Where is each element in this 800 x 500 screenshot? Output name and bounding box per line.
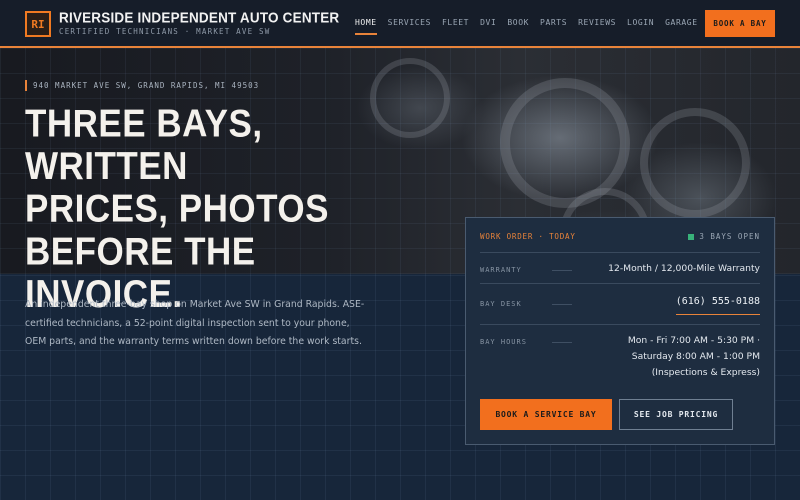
bay-hours-row: BAY HOURS Mon - Fri 7:00 AM - 5:30 PM · … bbox=[480, 324, 760, 384]
nav-item-book[interactable]: BOOK bbox=[507, 18, 529, 27]
nav-item-fleet[interactable]: FLEET bbox=[442, 18, 469, 27]
row-divider bbox=[552, 270, 572, 271]
hero-intro: An independent three-bay shop on Market … bbox=[25, 299, 365, 347]
work-order-title: WORK ORDER · TODAY bbox=[480, 232, 576, 241]
engine-part-shape bbox=[500, 78, 630, 208]
headline-line: PRICES, PHOTOS bbox=[25, 187, 329, 231]
bay-hours-label: BAY HOURS bbox=[480, 338, 527, 346]
bays-status: 3 BAYS OPEN bbox=[688, 232, 760, 241]
engine-part-shape bbox=[640, 108, 750, 218]
bay-hours-value: Mon - Fri 7:00 AM - 5:30 PM · Saturday 8… bbox=[627, 335, 760, 378]
row-divider bbox=[552, 342, 572, 343]
main-nav: HOME SERVICES FLEET DVI BOOK PARTS REVIE… bbox=[355, 18, 709, 35]
see-job-pricing-button[interactable]: SEE JOB PRICING bbox=[619, 399, 733, 430]
book-a-bay-button[interactable]: BOOK A BAY bbox=[705, 10, 775, 37]
nav-item-home[interactable]: HOME bbox=[355, 18, 377, 35]
warranty-value: 12-Month / 12,000-Mile Warranty bbox=[608, 263, 760, 274]
book-service-bay-button[interactable]: BOOK A SERVICE BAY bbox=[480, 399, 612, 430]
warranty-label: WARRANTY bbox=[480, 266, 522, 274]
row-divider bbox=[552, 304, 572, 305]
bay-desk-row: BAY DESK (616) 555-0188 bbox=[480, 283, 760, 323]
warranty-row: WARRANTY 12-Month / 12,000-Mile Warranty bbox=[480, 252, 760, 282]
hero-headline: THREE BAYS, WRITTEN PRICES, PHOTOS BEFOR… bbox=[25, 101, 385, 316]
shop-address: 940 MARKET AVE SW, GRAND RAPIDS, MI 4950… bbox=[25, 80, 259, 91]
nav-item-dvi[interactable]: DVI bbox=[480, 18, 496, 27]
nav-item-garage[interactable]: GARAGE bbox=[665, 18, 698, 27]
nav-item-login[interactable]: LOGIN bbox=[627, 18, 654, 27]
brand-tagline: CERTIFIED TECHNICIANS · MARKET AVE SW bbox=[59, 27, 271, 36]
nav-item-services[interactable]: SERVICES bbox=[388, 18, 431, 27]
work-order-header: WORK ORDER · TODAY 3 BAYS OPEN bbox=[480, 232, 760, 241]
headline-line: THREE BAYS, WRITTEN bbox=[25, 101, 263, 189]
bay-desk-phone[interactable]: (616) 555-0188 bbox=[675, 295, 760, 315]
brand-name[interactable]: RIVERSIDE INDEPENDENT AUTO CENTER bbox=[59, 9, 339, 26]
bays-status-label: 3 BAYS OPEN bbox=[699, 232, 760, 241]
nav-item-parts[interactable]: PARTS bbox=[540, 18, 567, 27]
site-header: RI RIVERSIDE INDEPENDENT AUTO CENTER CER… bbox=[0, 0, 800, 48]
status-dot-icon bbox=[688, 233, 695, 240]
work-order-card: WORK ORDER · TODAY 3 BAYS OPEN WARRANTY … bbox=[465, 217, 775, 445]
nav-item-reviews[interactable]: REVIEWS bbox=[578, 18, 616, 27]
bay-desk-label: BAY DESK bbox=[480, 300, 522, 308]
logo-icon[interactable]: RI bbox=[25, 11, 51, 37]
